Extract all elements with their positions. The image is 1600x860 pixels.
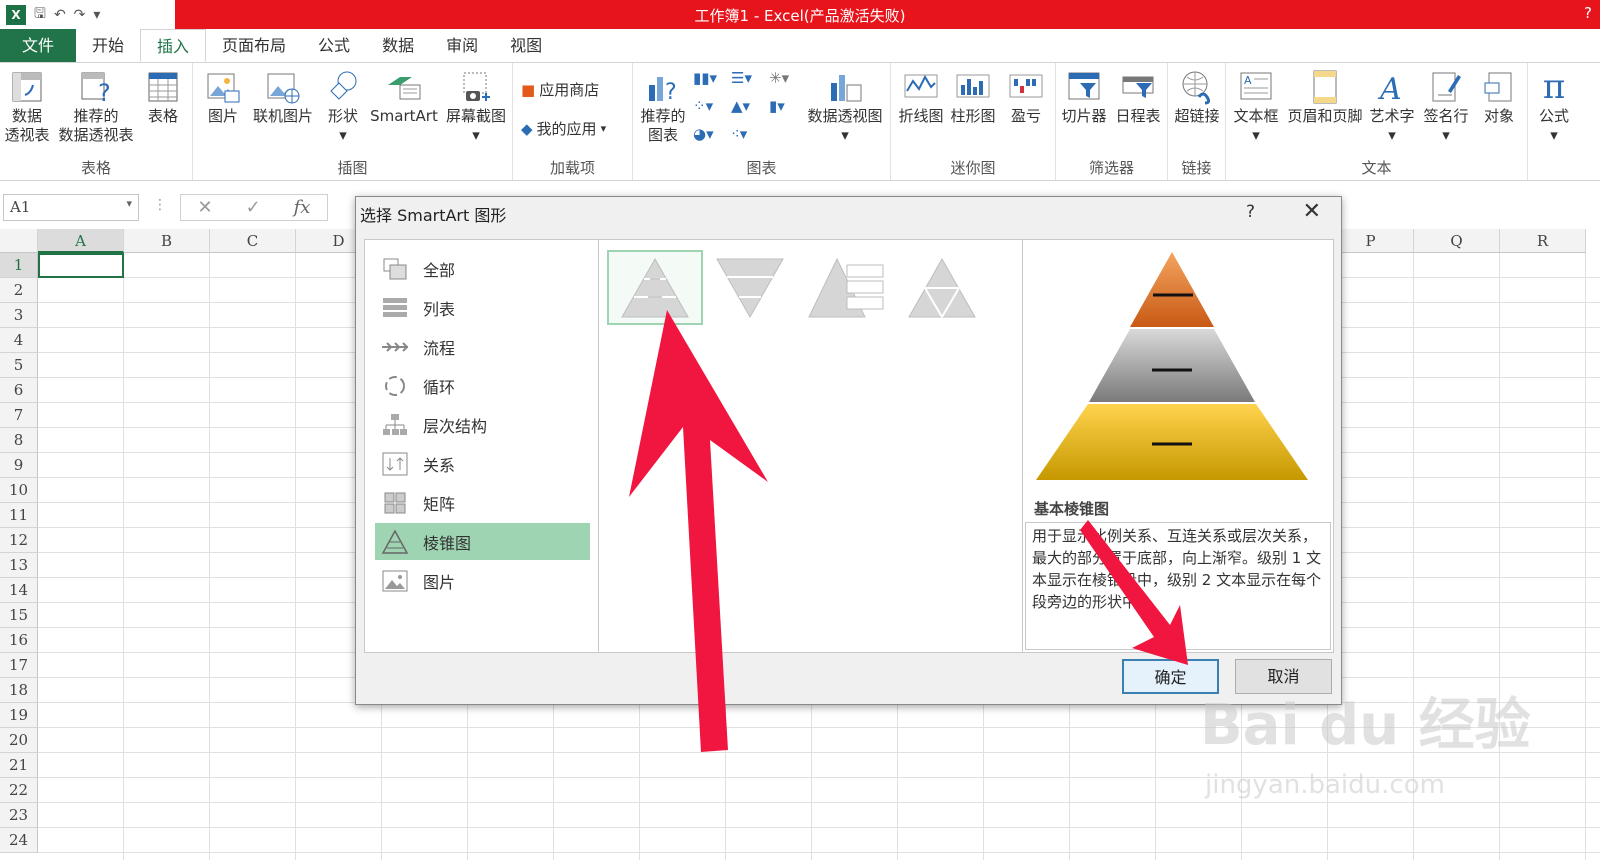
arrow-down-annotation xyxy=(1080,520,1188,665)
watermark-url: jingyan.baidu.com xyxy=(1205,770,1445,800)
watermark-logo: Bai du 经验 xyxy=(1200,693,1531,758)
arrow-up-annotation xyxy=(629,310,768,752)
